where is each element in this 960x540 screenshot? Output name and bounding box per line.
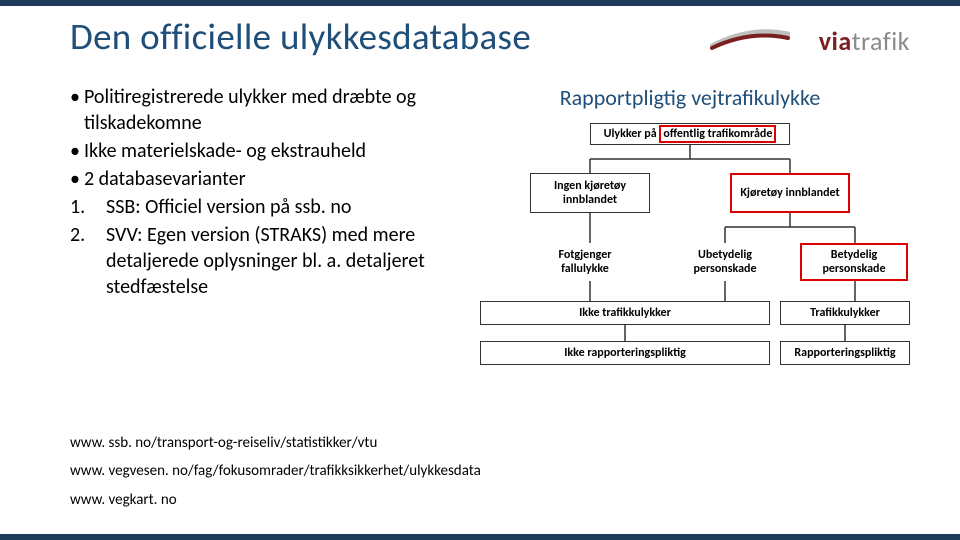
bullet-dot-icon: • [70, 166, 84, 192]
highlighted-term: offentlig trafikområde [659, 125, 776, 143]
swoosh-icon [710, 24, 790, 52]
right-title: Rapportpligtig vejtrafikulykke [470, 84, 910, 111]
diagram-node-highlighted: Kjøretøy innblandet [730, 173, 850, 213]
links: www. ssb. no/transport-og-reiseliv/stati… [70, 429, 481, 515]
header: Den officielle ulykkesdatabase viatrafik [70, 6, 910, 64]
diagram-leaf-highlighted: Betydelig personskade [800, 243, 908, 281]
diagram-leaf: Fotgjenger fallulykke [530, 243, 640, 281]
bullet-dot-icon: • [70, 84, 84, 136]
bullet-text: Ikke materielskade- og ekstrauheld [84, 138, 366, 164]
bullet-text: 2 databasevarianter [84, 166, 246, 192]
diagram-row-cell: Ikke trafikkulykker [480, 301, 770, 325]
numbered-text: SSB: Officiel version på ssb. no [106, 194, 351, 220]
diagram-row-cell: Trafikkulykker [780, 301, 910, 325]
numbered-text: SVV: Egen version (STRAKS) med mere deta… [106, 222, 460, 300]
diagram-row-cell: Ikke rapporteringspliktig [480, 341, 770, 365]
body: • Politiregistrerede ulykker med dræbte … [70, 84, 910, 393]
slide: Den officielle ulykkesdatabase viatrafik… [0, 0, 960, 540]
logo-via: via [819, 25, 852, 57]
number-marker: 2. [70, 222, 106, 300]
bullet-dot-icon: • [70, 138, 84, 164]
diagram-node: Ingen kjøretøy innblandet [530, 173, 650, 213]
number-marker: 1. [70, 194, 106, 220]
link-text: www. vegvesen. no/fag/fokusomrader/trafi… [70, 457, 481, 486]
diagram: Ulykker på offentlig trafikområde Ingen … [470, 123, 910, 393]
viatrafik-logo: viatrafik [710, 18, 910, 64]
link-text: www. vegkart. no [70, 486, 481, 515]
right-panel: Rapportpligtig vejtrafikulykke [470, 84, 910, 393]
numbered-item: 1. SSB: Officiel version på ssb. no [70, 194, 460, 220]
bullet-list: • Politiregistrerede ulykker med dræbte … [70, 84, 460, 393]
bullet-item: • Ikke materielskade- og ekstrauheld [70, 138, 460, 164]
link-text: www. ssb. no/transport-og-reiseliv/stati… [70, 429, 481, 458]
logo-text: viatrafik [819, 25, 910, 57]
logo-trafik: trafik [852, 25, 910, 57]
diagram-leaf: Ubetydelig personskade [670, 243, 780, 281]
bullet-text: Politiregistrerede ulykker med dræbte og… [84, 84, 460, 136]
diagram-node-top: Ulykker på offentlig trafikområde [590, 123, 790, 145]
page-title: Den officielle ulykkesdatabase [70, 14, 531, 59]
diagram-row-cell: Rapporteringspliktig [780, 341, 910, 365]
bullet-item: • Politiregistrerede ulykker med dræbte … [70, 84, 460, 136]
bullet-item: • 2 databasevarianter [70, 166, 460, 192]
numbered-item: 2. SVV: Egen version (STRAKS) med mere d… [70, 222, 460, 300]
